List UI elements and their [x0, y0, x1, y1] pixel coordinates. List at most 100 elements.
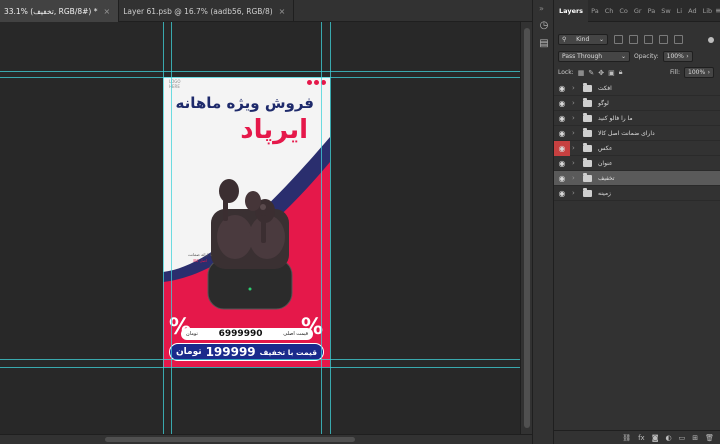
layer-row-selected[interactable]: ◉ › تخفیف — [554, 171, 720, 186]
filter-row: ⚲ Kind ⌄ — [554, 34, 720, 45]
lock-transparent-icon[interactable]: ▦ — [578, 69, 585, 77]
link-icon[interactable]: ⛓ — [622, 434, 631, 442]
eye-icon[interactable]: ◉ — [554, 140, 570, 156]
lock-image-icon[interactable]: ✎ — [588, 69, 594, 77]
document-tab-active[interactable]: 33.1% (تخفیف, RGB/8#) * × — [0, 0, 120, 22]
horizontal-scrollbar[interactable] — [0, 434, 532, 444]
layer-row[interactable]: ◉ › ما را فالو کنید — [554, 111, 720, 126]
canvas-area[interactable]: LOGO HERE فروش ویژه ماهانه ایرپاد با ارا… — [0, 22, 520, 434]
lock-artboard-icon[interactable]: ▣ — [608, 69, 615, 77]
panel-menu-icon[interactable]: ≡ — [715, 6, 720, 15]
panel-grip-icon[interactable]: » — [539, 4, 544, 13]
scroll-thumb[interactable] — [105, 437, 355, 442]
close-icon[interactable]: × — [103, 7, 110, 16]
properties-icon[interactable]: ▤ — [538, 38, 550, 50]
folder-icon — [583, 142, 592, 152]
layer-row[interactable]: ◉ › لوگو — [554, 96, 720, 111]
tab-patterns[interactable]: Pa — [645, 0, 659, 22]
tab-swatches[interactable]: Sw — [658, 0, 673, 22]
close-icon[interactable]: × — [279, 7, 286, 16]
mask-icon[interactable]: ◙ — [652, 434, 659, 442]
scroll-thumb[interactable] — [524, 28, 530, 428]
filter-shape-icon[interactable] — [659, 35, 668, 44]
history-icon[interactable]: ◷ — [538, 20, 550, 32]
document-tab-label: Layer 61.psb @ 16.7% (aadb56, RGB/8) — [123, 6, 273, 16]
layer-name[interactable]: عنوان — [598, 160, 613, 167]
eye-icon[interactable]: ◉ — [554, 96, 570, 111]
tab-libraries[interactable]: Li — [674, 0, 685, 22]
guide-line[interactable] — [330, 22, 331, 434]
collapsed-panel-column: » ◷ ▤ — [532, 0, 554, 444]
eye-icon[interactable]: ◉ — [554, 186, 570, 201]
chevron-right-icon[interactable]: › — [572, 99, 580, 107]
document-tab[interactable]: Layer 61.psb @ 16.7% (aadb56, RGB/8) × — [119, 0, 295, 22]
tab-color[interactable]: Co — [616, 0, 631, 22]
tab-adjustments[interactable]: Ad — [685, 0, 699, 22]
kind-filter-select[interactable]: ⚲ Kind ⌄ — [558, 34, 608, 45]
eye-icon[interactable]: ◉ — [554, 171, 570, 186]
folder-icon — [583, 172, 592, 182]
guide-line[interactable] — [163, 22, 164, 434]
guide-line[interactable] — [321, 22, 322, 434]
guide-line[interactable] — [171, 22, 172, 434]
layer-name[interactable]: لوگو — [598, 100, 609, 107]
chevron-right-icon: › — [686, 53, 689, 60]
opacity-input[interactable]: 100% › — [662, 51, 693, 62]
chevron-right-icon[interactable]: › — [572, 114, 580, 122]
layer-row[interactable]: ◉ › عنوان — [554, 156, 720, 171]
eye-icon[interactable]: ◉ — [554, 81, 570, 96]
poster-document[interactable]: LOGO HERE فروش ویژه ماهانه ایرپاد با ارا… — [163, 77, 330, 367]
layers-list: ◉ › افکت ◉ › لوگو ◉ › ما را فالو کنید ◉ … — [554, 81, 720, 201]
guide-line[interactable] — [0, 367, 520, 368]
eye-icon[interactable]: ◉ — [554, 156, 570, 171]
tab-paths[interactable]: Pa — [588, 0, 602, 22]
new-layer-icon[interactable]: ⊞ — [692, 434, 698, 442]
layer-name[interactable]: تخفیف — [598, 175, 615, 182]
guide-line[interactable] — [0, 77, 520, 78]
chevron-right-icon[interactable]: › — [572, 84, 580, 92]
fill-input[interactable]: 100% › — [684, 67, 714, 78]
layers-bottom-bar: ⛓ fx ◙ ◐ ▭ ⊞ 🗑︎ — [554, 430, 720, 444]
layer-name[interactable]: افکت — [598, 85, 612, 92]
layer-row[interactable]: ◉ › زمینه — [554, 186, 720, 201]
chevron-right-icon[interactable]: › — [572, 159, 580, 167]
lock-position-icon[interactable]: ✥ — [598, 69, 604, 77]
chevron-right-icon[interactable]: › — [572, 144, 580, 152]
guide-line[interactable] — [0, 71, 520, 72]
lock-all-icon[interactable]: 🔒︎ — [619, 68, 623, 77]
filter-adjustment-icon[interactable] — [629, 35, 638, 44]
folder-icon — [583, 112, 592, 122]
opacity-label: Opacity: — [634, 53, 659, 60]
chevron-right-icon[interactable]: › — [572, 174, 580, 182]
tab-gradients[interactable]: Gr — [631, 0, 645, 22]
eye-icon[interactable]: ◉ — [554, 111, 570, 126]
filter-pixel-icon[interactable] — [614, 35, 623, 44]
layer-row[interactable]: ◉ › دارای ضمانت اصل کالا — [554, 126, 720, 141]
original-price-bar: قیمت اصلی 6999990 تومان — [181, 328, 313, 340]
eye-icon[interactable]: ◉ — [554, 126, 570, 141]
filter-toggle-icon[interactable] — [708, 36, 714, 43]
layer-name[interactable]: ما را فالو کنید — [598, 115, 633, 122]
filter-smart-object-icon[interactable] — [674, 35, 683, 44]
blend-mode-select[interactable]: Pass Through ⌄ — [558, 51, 630, 62]
tab-layers[interactable]: Layers — [554, 0, 589, 22]
trash-icon[interactable]: 🗑︎ — [705, 434, 714, 442]
layer-name[interactable]: دارای ضمانت اصل کالا — [598, 130, 655, 137]
tab-lib[interactable]: Lib — [700, 0, 716, 22]
layer-name[interactable]: عکس — [598, 145, 613, 152]
group-icon[interactable]: ▭ — [679, 434, 686, 442]
layer-row[interactable]: ◉ › عکس — [554, 140, 720, 156]
guide-line[interactable] — [0, 359, 520, 360]
lock-row: Lock: ▦ ✎ ✥ ▣ 🔒︎ Fill: 100% › — [554, 67, 720, 78]
chevron-right-icon[interactable]: › — [572, 129, 580, 137]
layer-row[interactable]: ◉ › افکت — [554, 81, 720, 96]
layer-name[interactable]: زمینه — [598, 190, 611, 197]
fx-icon[interactable]: fx — [638, 434, 645, 442]
social-icons — [307, 80, 326, 85]
vertical-scrollbar[interactable] — [520, 22, 532, 434]
folder-icon — [583, 157, 592, 167]
filter-type-icon[interactable] — [644, 35, 653, 44]
tab-channels[interactable]: Ch — [602, 0, 617, 22]
chevron-right-icon[interactable]: › — [572, 189, 580, 197]
adjustment-icon[interactable]: ◐ — [666, 434, 672, 442]
